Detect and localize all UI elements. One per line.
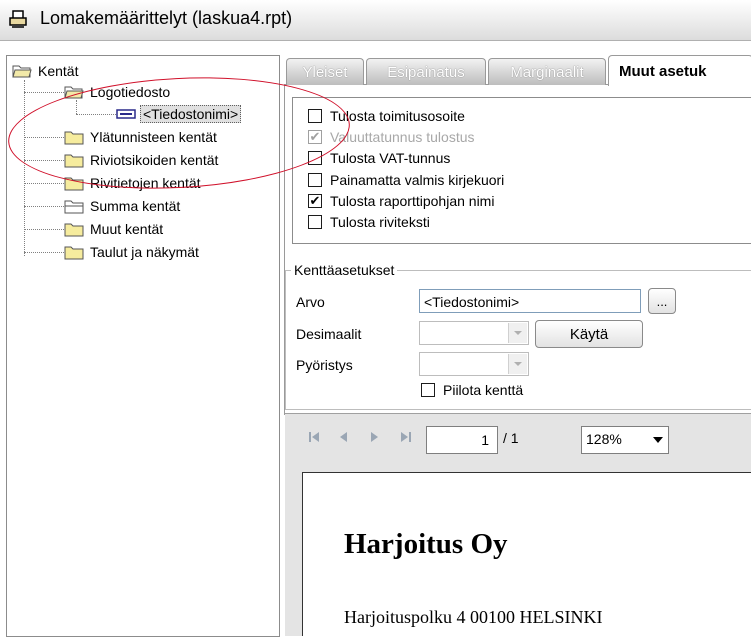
- checkbox-tulosta-vat-tunnus[interactable]: Tulosta VAT-tunnus: [308, 150, 450, 166]
- page-number-input[interactable]: 1: [426, 426, 498, 454]
- tree-connector: [76, 100, 77, 114]
- tree-connector: [24, 229, 64, 230]
- checkbox-box[interactable]: [308, 173, 322, 187]
- tab-marginaalit[interactable]: Marginaalit: [488, 58, 606, 85]
- tree-item-rivitietojen-kentat[interactable]: Rivitietojen kentät: [64, 173, 201, 193]
- arvo-input[interactable]: <Tiedostonimi>: [419, 289, 641, 313]
- tree-item-tiedostonimi[interactable]: <Tiedostonimi>: [116, 104, 242, 124]
- folder-icon: [64, 177, 84, 191]
- page-total: / 1: [503, 430, 519, 446]
- checkbox-label: Valuuttatunnus tulostus: [330, 129, 475, 145]
- zoom-select[interactable]: 128%: [581, 426, 669, 454]
- tab-strip: Yleiset Esipainatus Marginaalit Muut ase…: [284, 55, 751, 86]
- tree-item-label: Summa kentät: [90, 198, 181, 214]
- tree-root[interactable]: Kentät: [12, 61, 78, 81]
- folder-icon: [64, 223, 84, 237]
- tab-muut-asetukset[interactable]: Muut asetuk: [608, 55, 751, 86]
- checkbox-valuuttatunnus-tulostus[interactable]: ✔ Valuuttatunnus tulostus: [308, 129, 475, 145]
- previous-page-icon[interactable]: [338, 430, 348, 444]
- first-page-icon[interactable]: [308, 430, 320, 444]
- open-folder-icon: [64, 86, 84, 99]
- printer-icon: [9, 10, 27, 28]
- tree-item-label: Rivitietojen kentät: [90, 175, 201, 191]
- desimaalit-label: Desimaalit: [296, 326, 362, 342]
- tree-connector: [24, 137, 64, 138]
- viewer-toolbar: [290, 421, 751, 459]
- empty-folder-icon: [64, 200, 84, 214]
- tree-item-label: Ylätunnisteen kentät: [90, 129, 217, 145]
- report-company-address: Harjoituspolku 4 00100 HELSINKI: [344, 607, 603, 627]
- dropdown-arrow-icon[interactable]: [652, 435, 664, 445]
- folder-icon: [64, 246, 84, 260]
- field-settings-title: Kenttäasetukset: [291, 262, 398, 278]
- checkbox-label: Tulosta toimitusosoite: [330, 108, 465, 124]
- checkbox-box[interactable]: [308, 215, 322, 229]
- report-company-name: Harjoitus Oy: [344, 528, 508, 560]
- pyoristys-select[interactable]: [419, 352, 529, 376]
- checkbox-box[interactable]: [421, 383, 435, 397]
- tree-item-logotiedosto[interactable]: Logotiedosto: [64, 82, 170, 102]
- arvo-label: Arvo: [296, 294, 325, 310]
- tree-item-label: Muut kentät: [90, 221, 164, 237]
- tree-item-muut-kentat[interactable]: Muut kentät: [64, 219, 163, 239]
- checkbox-box[interactable]: [308, 109, 322, 123]
- checkmark-icon[interactable]: ✔: [308, 130, 322, 144]
- pyoristys-label: Pyöristys: [296, 357, 353, 373]
- tab-esipainatus[interactable]: Esipainatus: [366, 58, 486, 85]
- next-page-icon[interactable]: [370, 430, 380, 444]
- open-folder-icon: [12, 65, 32, 78]
- tree-item-summa-kentat[interactable]: Summa kentät: [64, 196, 180, 216]
- checkbox-piilota-kentta[interactable]: Piilota kenttä: [421, 382, 523, 398]
- tree-connector: [24, 160, 64, 161]
- checkbox-label: Piilota kenttä: [443, 382, 524, 398]
- tree-connector: [76, 114, 116, 115]
- tree-item-label: Riviotsikoiden kentät: [90, 152, 219, 168]
- tree-item-ylatunnisteen-kentat[interactable]: Ylätunnisteen kentät: [64, 127, 217, 147]
- zoom-value: 128%: [586, 431, 622, 447]
- tree-connector: [24, 252, 64, 253]
- kayta-button[interactable]: Käytä: [535, 320, 643, 348]
- last-page-icon[interactable]: [400, 430, 412, 444]
- tree-item-label: Logotiedosto: [90, 84, 171, 100]
- tree-connector: [24, 183, 64, 184]
- title-bar: Lomakemäärittelyt (laskua4.rpt): [0, 0, 751, 41]
- desimaalit-select[interactable]: [419, 321, 529, 345]
- checkbox-label: Tulosta raporttipohjan nimi: [330, 193, 495, 209]
- tree-item-riviotsikoiden-kentat[interactable]: Riviotsikoiden kentät: [64, 150, 218, 170]
- checkbox-box[interactable]: [308, 151, 322, 165]
- tree-item-taulut-ja-nakymat[interactable]: Taulut ja näkymät: [64, 242, 199, 262]
- tree-connector: [24, 92, 64, 93]
- window-title: Lomakemäärittelyt (laskua4.rpt): [40, 8, 293, 28]
- dropdown-arrow-icon[interactable]: [508, 354, 527, 374]
- tree-item-label: <Tiedostonimi>: [140, 105, 242, 123]
- field-icon: [116, 109, 136, 119]
- folder-icon: [64, 154, 84, 168]
- checkbox-tulosta-toimitusosoite[interactable]: Tulosta toimitusosoite: [308, 108, 465, 124]
- folder-icon: [64, 131, 84, 145]
- checkbox-painamatta-valmis-kirjekuori[interactable]: Painamatta valmis kirjekuori: [308, 172, 504, 188]
- tree-connector: [24, 206, 64, 207]
- dropdown-arrow-icon[interactable]: [508, 323, 527, 343]
- checkbox-tulosta-raporttipohjan-nimi[interactable]: ✔ Tulosta raporttipohjan nimi: [308, 193, 494, 209]
- checkbox-label: Tulosta VAT-tunnus: [330, 150, 451, 166]
- checkmark-icon[interactable]: ✔: [308, 194, 322, 208]
- checkbox-tulosta-riviteksti[interactable]: Tulosta riviteksti: [308, 214, 430, 230]
- checkbox-label: Tulosta riviteksti: [330, 214, 430, 230]
- tab-yleiset[interactable]: Yleiset: [286, 58, 364, 85]
- checkbox-label: Painamatta valmis kirjekuori: [330, 172, 505, 188]
- tree-item-label: Taulut ja näkymät: [90, 244, 199, 260]
- browse-button[interactable]: ...: [648, 288, 676, 314]
- tree-root-label: Kentät: [38, 63, 79, 79]
